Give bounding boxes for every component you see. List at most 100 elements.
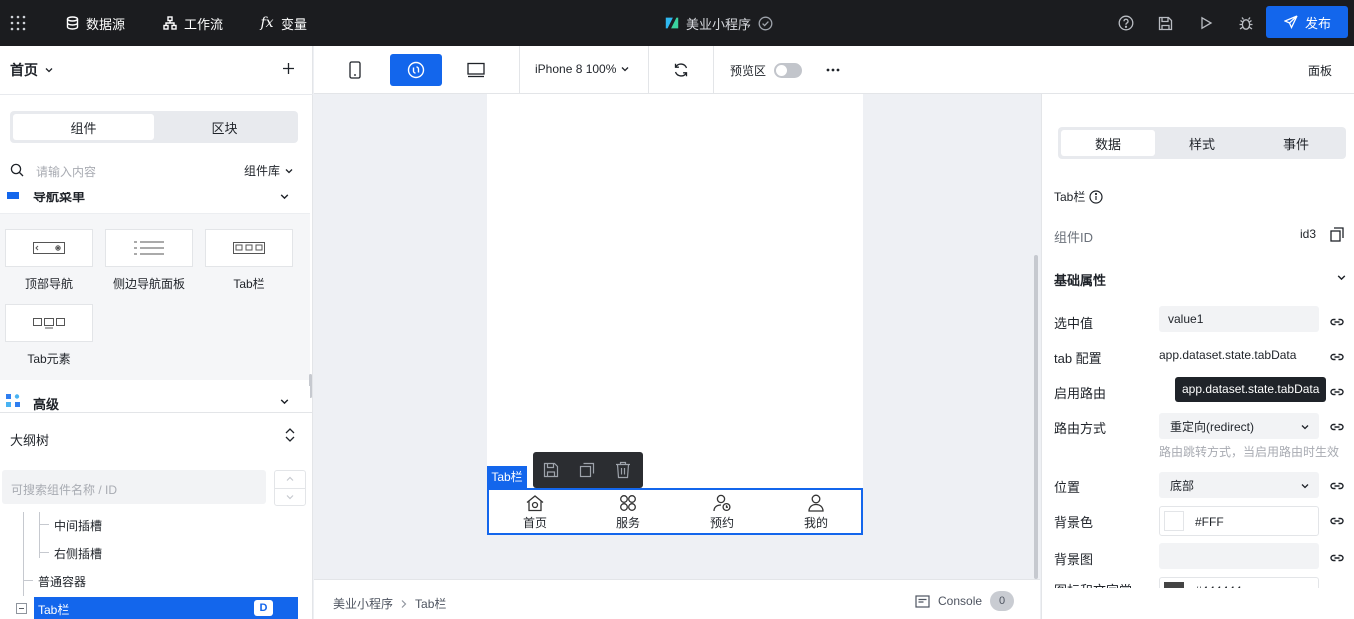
tab-data[interactable]: 数据 [1061,130,1155,156]
component-tabbar[interactable] [205,229,293,267]
chevron-down-icon [280,399,289,405]
tabbar-item-mine[interactable]: 我的 [796,494,836,531]
bg-color-input[interactable]: #FFF [1159,506,1319,536]
canvas-scrollbar[interactable] [1034,255,1038,579]
tree-item-middle-slot[interactable]: 中间插槽 [54,517,102,534]
workflow-button[interactable]: 工作流 [162,0,223,46]
component-title: Tab栏 [1054,188,1103,205]
copy-icon[interactable] [579,462,595,478]
chevron-down-icon[interactable] [285,493,295,501]
check-circle-icon [757,15,773,31]
debug-icon[interactable] [1238,0,1254,46]
desktop-device-icon[interactable] [467,62,485,78]
link-icon[interactable] [1329,478,1345,494]
link-icon[interactable] [1329,513,1345,529]
left-panel: 首页 组件 区块 请输入内容 组件库 导航菜单 顶部导航 侧边导航面板 Tab栏… [0,46,313,619]
device-size-dropdown[interactable]: iPhone 8 100% [535,62,630,76]
tree-item-container[interactable]: 普通容器 [38,573,86,590]
component-search-input[interactable]: 请输入内容 [36,163,96,180]
chevron-down-icon [1301,425,1309,430]
help-icon[interactable] [1118,0,1134,46]
preview-toggle[interactable] [774,63,802,78]
link-icon[interactable] [1329,384,1345,400]
color-swatch[interactable] [1164,582,1184,588]
link-icon[interactable] [1329,550,1345,566]
clipped-row: 图标和文字常 #444444 [1042,576,1353,588]
console-button[interactable]: Console 0 [915,591,1015,611]
component-top-nav[interactable] [5,229,93,267]
panel-toggle-button[interactable]: 面板 [1308,62,1332,79]
more-icon[interactable] [826,68,840,72]
library-dropdown[interactable]: 组件库 [244,162,294,179]
miniprogram-icon [407,61,425,79]
category-advanced-header[interactable]: 高级 [0,386,310,414]
outline-search-input[interactable]: 可搜索组件名称 / ID [2,470,266,504]
tab-style[interactable]: 样式 [1155,130,1249,156]
tabbar-item-label: 我的 [803,516,828,530]
breadcrumb-app[interactable]: 美业小程序 [333,595,393,612]
app-title: 美业小程序 [664,0,773,46]
apps-grid-icon[interactable] [10,0,26,46]
save-icon[interactable] [1158,0,1173,46]
link-icon[interactable] [1329,349,1345,365]
console-count-badge: 0 [990,591,1015,611]
chevron-up-icon[interactable] [285,475,295,483]
icon-text-color-label: 图标和文字常 [1054,580,1132,588]
add-page-icon[interactable] [282,62,295,75]
selected-component-tag: Tab栏 [487,466,527,488]
tab-components[interactable]: 组件 [13,114,154,140]
icon-text-color-input[interactable]: #444444 [1159,577,1319,588]
divider [713,46,714,94]
tab-config-value[interactable]: app.dataset.state.tabData [1159,348,1296,362]
outline-stepper[interactable] [274,470,306,506]
position-select[interactable]: 底部 [1159,472,1319,498]
datasource-button[interactable]: 数据源 [64,0,125,46]
chevron-down-icon [621,67,629,72]
component-label-side-nav: 侧边导航面板 [112,277,185,291]
tree-item-right-slot[interactable]: 右侧插槽 [54,545,102,562]
bg-image-label: 背景图 [1054,552,1094,567]
tree-line [23,512,24,596]
component-side-nav[interactable] [105,229,193,267]
outline-title: 大纲树 [10,433,50,448]
function-icon: fx [260,15,274,31]
copy-id-icon[interactable] [1330,227,1344,242]
delete-icon[interactable] [615,461,631,479]
enable-route-label: 启用路由 [1054,386,1107,401]
component-id-label: 组件ID [1054,230,1094,245]
tabbar-item-booking[interactable]: 预约 [702,494,742,531]
save-block-icon[interactable] [543,462,559,478]
chevron-down-icon[interactable] [1336,272,1347,283]
tab-events[interactable]: 事件 [1249,130,1343,156]
tabbar-item-home[interactable]: 首页 [515,494,555,531]
bg-image-input[interactable] [1159,543,1319,569]
tabbar-item-label: 预约 [709,516,734,530]
color-swatch[interactable] [1164,511,1184,531]
mobile-device-icon[interactable] [348,61,362,79]
run-icon[interactable] [1199,0,1213,46]
tree-collapse-icon[interactable] [16,603,27,614]
route-mode-select[interactable]: 重定向(redirect) [1159,413,1319,439]
chevron-right-icon [401,599,407,608]
section-basic-props[interactable]: 基础属性 [1054,270,1106,289]
send-icon [1283,14,1299,30]
tabbar-component[interactable]: 首页 服务 预约 我的 [487,488,863,535]
miniprogram-device-button[interactable] [390,54,442,86]
component-tab-element[interactable] [5,304,93,342]
tabbar-item-service[interactable]: 服务 [608,494,648,531]
page-selector[interactable]: 首页 [10,60,54,80]
link-icon[interactable] [1329,419,1345,435]
tab-blocks[interactable]: 区块 [154,114,295,140]
variable-button[interactable]: fx 变量 [259,0,307,46]
breadcrumb-component[interactable]: Tab栏 [415,595,446,612]
refresh-icon[interactable] [673,62,689,78]
selected-value-input[interactable]: value1 [1159,306,1319,332]
console-icon [915,594,930,608]
collapse-toggle-icon[interactable] [284,428,296,442]
bg-color-label: 背景色 [1054,515,1094,530]
link-icon[interactable] [1329,314,1345,330]
info-icon[interactable] [1089,189,1103,204]
publish-button[interactable]: 发布 [1266,6,1348,38]
tree-item-tabbar-selected[interactable]: Tab栏 D [34,597,298,619]
category-nav-header[interactable]: 导航菜单 [0,192,310,214]
